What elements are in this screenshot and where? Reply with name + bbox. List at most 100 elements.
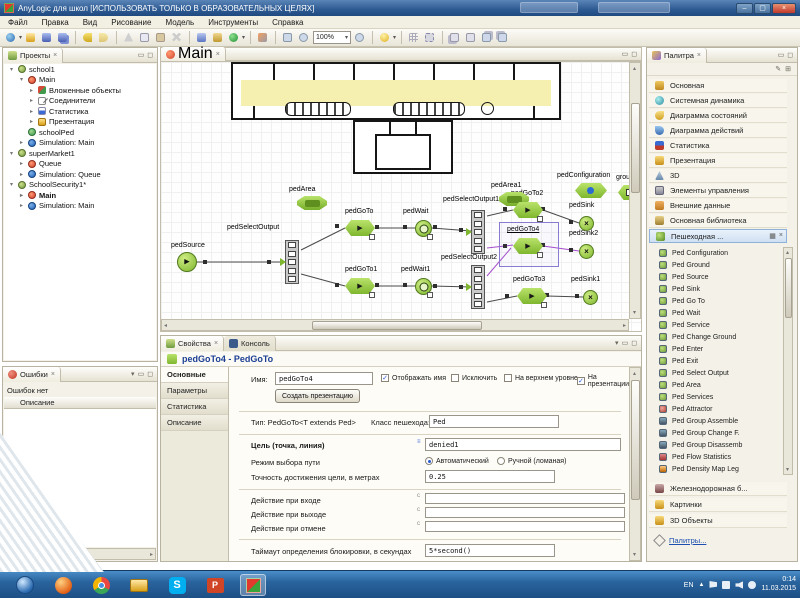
palette-item-ped-services[interactable]: Ped Services [651, 391, 779, 403]
maximize-button[interactable]: ▢ [754, 3, 771, 14]
nav-general[interactable]: Основные [161, 367, 228, 383]
menu-tools[interactable]: Инструменты [208, 18, 258, 27]
name-input[interactable] [275, 372, 373, 385]
maximize-view-icon[interactable]: ◻ [787, 51, 793, 59]
new-model-dropdown-icon[interactable]: ▾ [19, 34, 22, 41]
nav-description[interactable]: Описание [161, 415, 228, 431]
scroll-up-icon[interactable]: ▴ [786, 249, 789, 256]
node-pedSink2[interactable] [579, 244, 594, 259]
node-pedSelectOutput1[interactable] [471, 210, 485, 254]
skype-icon[interactable]: S [164, 574, 190, 596]
palette-item-ped-density-map[interactable]: Ped Density Map Leg [651, 463, 779, 475]
node-pedSink[interactable] [579, 216, 594, 231]
tab-properties[interactable]: Свойства × [161, 336, 224, 351]
tab-palette[interactable]: Палитра × [647, 48, 707, 63]
checkbox-top-level[interactable]: На верхнем уровне [504, 374, 578, 382]
action-center-icon[interactable] [748, 581, 756, 589]
menu-edit[interactable]: Правка [42, 18, 69, 27]
palette-item-ped-group-disassemble[interactable]: Ped Group Disassemb [651, 439, 779, 451]
properties-pin-icon[interactable]: ▾ [615, 339, 619, 347]
palette-item-ped-change-ground[interactable]: Ped Change Ground [651, 331, 779, 343]
node-pedSelectOutput[interactable] [285, 240, 299, 284]
palettes-link[interactable]: Палитры... [669, 536, 706, 545]
save-all-button[interactable] [56, 31, 70, 45]
powerpoint-icon[interactable]: P [202, 574, 228, 596]
open-button[interactable] [24, 31, 38, 45]
firefox-icon[interactable] [50, 574, 76, 596]
palette-item-ped-attractor[interactable]: Ped Attractor [651, 403, 779, 415]
minimize-button[interactable]: – [736, 3, 753, 14]
tree-item-simulation-main[interactable]: ▸Simulation: Main [4, 138, 156, 149]
chrome-icon[interactable] [88, 574, 114, 596]
properties-vscrollbar[interactable]: ▴ ▾ [629, 367, 641, 561]
delete-icon[interactable] [170, 31, 184, 45]
palette-section-3d-objects[interactable]: 3D Объекты [649, 514, 787, 528]
scroll-down-icon[interactable]: ▾ [633, 309, 636, 316]
palette-section-process-library[interactable]: Основная библиотека [649, 214, 787, 228]
palette-section-pedestrian-selected[interactable]: Пешеходная ... ▦ × [649, 229, 787, 243]
node-pedArea[interactable] [297, 196, 327, 210]
display-icon[interactable] [722, 581, 730, 589]
palette-section-statecharts[interactable]: Диаграмма состояний [649, 109, 787, 123]
palette-item-ped-flow-statistics[interactable]: Ped Flow Statistics [651, 451, 779, 463]
ped-class-input[interactable] [429, 415, 559, 428]
menu-draw[interactable]: Рисование [111, 18, 151, 27]
close-icon[interactable]: × [53, 52, 57, 59]
create-presentation-button[interactable]: Создать презентацию [275, 389, 360, 403]
tree-item-simulation-queue[interactable]: ▸Simulation: Queue [4, 169, 156, 180]
palette-item-ped-select-output[interactable]: Ped Select Output [651, 367, 779, 379]
section-expand-icon[interactable]: ▦ [769, 232, 776, 240]
nav-statistics[interactable]: Статистика [161, 399, 228, 415]
tab-errors[interactable]: Ошибки × [3, 367, 61, 382]
build-all-button[interactable] [211, 31, 225, 45]
checkbox-on-presentation[interactable]: ✓На презентации [577, 374, 629, 388]
palette-item-ped-source[interactable]: Ped Source [651, 271, 779, 283]
close-icon[interactable]: × [697, 52, 701, 59]
tree-item-main[interactable]: ▾Main [4, 75, 156, 86]
maximize-view-icon[interactable]: ◻ [147, 51, 153, 59]
tree-item-presentation[interactable]: ▸Презентация [4, 117, 156, 128]
scroll-up-icon[interactable]: ▴ [633, 370, 636, 377]
tree-item-schoolped[interactable]: schoolPed [4, 127, 156, 138]
node-pedSink1[interactable] [583, 290, 598, 305]
zoom-in-icon[interactable] [353, 31, 367, 45]
errors-column-header[interactable]: Описание [4, 397, 156, 409]
copy-icon[interactable] [138, 31, 152, 45]
palette-item-ped-sink[interactable]: Ped Sink [651, 283, 779, 295]
palette-item-ped-configuration[interactable]: Ped Configuration [651, 247, 779, 259]
scroll-right-icon[interactable]: ▸ [150, 551, 153, 558]
minimize-view-icon[interactable]: ▭ [138, 370, 145, 378]
errors-filter-icon[interactable]: ▾ [131, 370, 135, 378]
palette-item-ped-enter[interactable]: Ped Enter [651, 343, 779, 355]
palette-item-ped-go-to[interactable]: Ped Go To [651, 295, 779, 307]
zoom-level-combo[interactable]: 100% ▾ [313, 31, 351, 44]
goal-input[interactable] [425, 438, 621, 451]
tree-item-main-selected[interactable]: ▸Main [4, 190, 156, 201]
on-cancel-input[interactable] [425, 521, 625, 532]
close-icon[interactable]: × [51, 371, 55, 378]
redo-button[interactable] [97, 31, 111, 45]
debug-icon[interactable] [256, 31, 270, 45]
on-exit-input[interactable] [425, 507, 625, 518]
palette-item-ped-area[interactable]: Ped Area [651, 379, 779, 391]
palette-section-presentation[interactable]: Презентация [649, 154, 787, 168]
checkbox-show-name[interactable]: ✓Отображать имя [381, 374, 446, 382]
scroll-left-icon[interactable]: ◂ [164, 322, 167, 329]
palette-item-ped-service[interactable]: Ped Service [651, 319, 779, 331]
minimize-view-icon[interactable]: ▭ [778, 51, 785, 59]
close-icon[interactable]: × [216, 51, 220, 58]
bring-front-icon[interactable] [480, 31, 494, 45]
palette-section-system-dynamics[interactable]: Системная динамика [649, 94, 787, 108]
palette-item-ped-group-assemble[interactable]: Ped Group Assemble [651, 415, 779, 427]
close-button[interactable]: × [772, 3, 796, 14]
tree-item-connectors[interactable]: ▸Соединители [4, 96, 156, 107]
clock[interactable]: 0:14 11.03.2015 [761, 576, 796, 594]
radio-manual[interactable]: Ручной (ломаная) [497, 457, 566, 465]
palette-pin-icon[interactable]: ✎ [775, 65, 781, 73]
run-button[interactable] [227, 31, 241, 45]
tree-item-embedded[interactable]: ▸Вложенные объекты [4, 85, 156, 96]
lamp-dropdown-icon[interactable]: ▾ [393, 34, 396, 41]
tab-console[interactable]: Консоль [224, 336, 276, 351]
save-button[interactable] [40, 31, 54, 45]
tree-item-queue[interactable]: ▸Queue [4, 159, 156, 170]
